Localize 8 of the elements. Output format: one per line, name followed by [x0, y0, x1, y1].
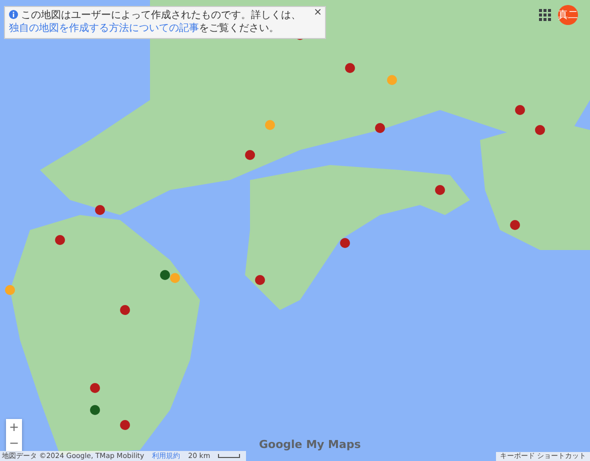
close-button[interactable]: ×	[314, 8, 322, 18]
article-link[interactable]: 独自の地図を作成する方法についての記事	[9, 22, 199, 34]
logo-text: Google My Maps	[259, 437, 361, 453]
info-icon	[9, 10, 18, 19]
zoom-out-button[interactable]: −	[6, 435, 22, 451]
zoom-in-button[interactable]: +	[6, 419, 22, 435]
scale-bar	[218, 454, 240, 458]
apps-grid-icon[interactable]	[539, 9, 551, 21]
